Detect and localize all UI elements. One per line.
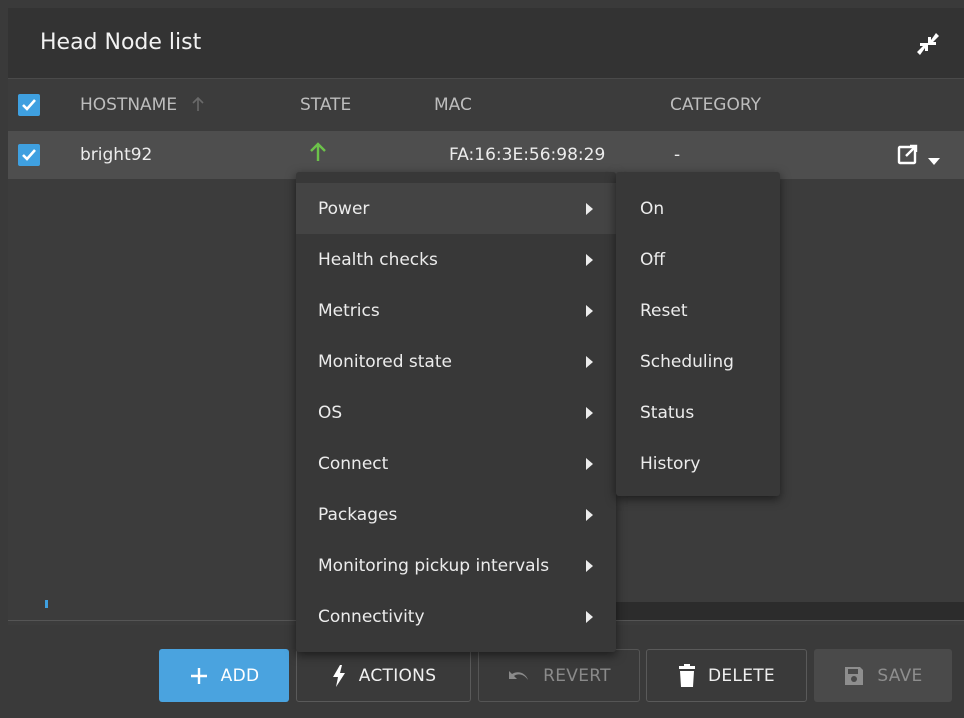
caret-right-icon (586, 560, 593, 572)
arrow-up-icon (308, 141, 328, 168)
caret-right-icon (586, 509, 593, 521)
menu-item-health-checks[interactable]: Health checks (296, 234, 616, 285)
revert-button[interactable]: REVERT (478, 649, 640, 702)
power-submenu: On Off Reset Scheduling Status History (616, 172, 780, 496)
table-header: HOSTNAME STATE MAC CATEGORY (8, 79, 964, 131)
caret-right-icon (586, 356, 593, 368)
select-all-checkbox[interactable] (18, 94, 40, 116)
arrow-up-icon (191, 96, 204, 111)
caret-right-icon (586, 611, 593, 623)
actions-button[interactable]: ACTIONS (296, 649, 471, 702)
submenu-item-scheduling[interactable]: Scheduling (616, 336, 780, 387)
menu-item-packages[interactable]: Packages (296, 489, 616, 540)
panel-header: Head Node list (8, 8, 964, 79)
caret-right-icon (586, 203, 593, 215)
lightning-icon (332, 664, 345, 687)
scroll-indicator (45, 600, 48, 608)
save-button[interactable]: SAVE (814, 649, 952, 702)
open-external-icon[interactable] (897, 143, 919, 170)
submenu-item-on[interactable]: On (616, 183, 780, 234)
collapse-arrows-icon[interactable] (914, 30, 942, 58)
undo-icon (509, 670, 529, 680)
page-title: Head Node list (40, 30, 202, 55)
menu-item-connect[interactable]: Connect (296, 438, 616, 489)
menu-item-os[interactable]: OS (296, 387, 616, 438)
add-button[interactable]: ADD (159, 649, 289, 702)
menu-item-monitored-state[interactable]: Monitored state (296, 336, 616, 387)
column-category[interactable]: CATEGORY (670, 95, 761, 115)
column-state[interactable]: STATE (300, 95, 351, 115)
floppy-disk-icon (845, 666, 864, 685)
menu-item-metrics[interactable]: Metrics (296, 285, 616, 336)
menu-item-power[interactable]: Power (296, 183, 616, 234)
context-menu: Power Health checks Metrics Monitored st… (296, 172, 616, 652)
trash-icon (679, 663, 695, 687)
submenu-item-status[interactable]: Status (616, 387, 780, 438)
plus-icon (190, 667, 207, 684)
cell-mac: FA:16:3E:56:98:29 (449, 145, 606, 165)
row-checkbox[interactable] (18, 144, 40, 166)
horizontal-scrollbar[interactable] (610, 602, 964, 620)
chevron-down-icon[interactable] (928, 151, 940, 171)
delete-button[interactable]: DELETE (646, 649, 807, 702)
submenu-item-history[interactable]: History (616, 438, 780, 489)
cell-hostname: bright92 (80, 145, 153, 165)
column-hostname[interactable]: HOSTNAME (80, 95, 205, 115)
caret-right-icon (586, 458, 593, 470)
caret-right-icon (586, 254, 593, 266)
caret-right-icon (586, 407, 593, 419)
cell-category: - (674, 145, 681, 165)
menu-item-monitoring-pickup-intervals[interactable]: Monitoring pickup intervals (296, 540, 616, 591)
menu-item-connectivity[interactable]: Connectivity (296, 591, 616, 642)
caret-right-icon (586, 305, 593, 317)
column-mac[interactable]: MAC (434, 95, 472, 115)
submenu-item-off[interactable]: Off (616, 234, 780, 285)
submenu-item-reset[interactable]: Reset (616, 285, 780, 336)
